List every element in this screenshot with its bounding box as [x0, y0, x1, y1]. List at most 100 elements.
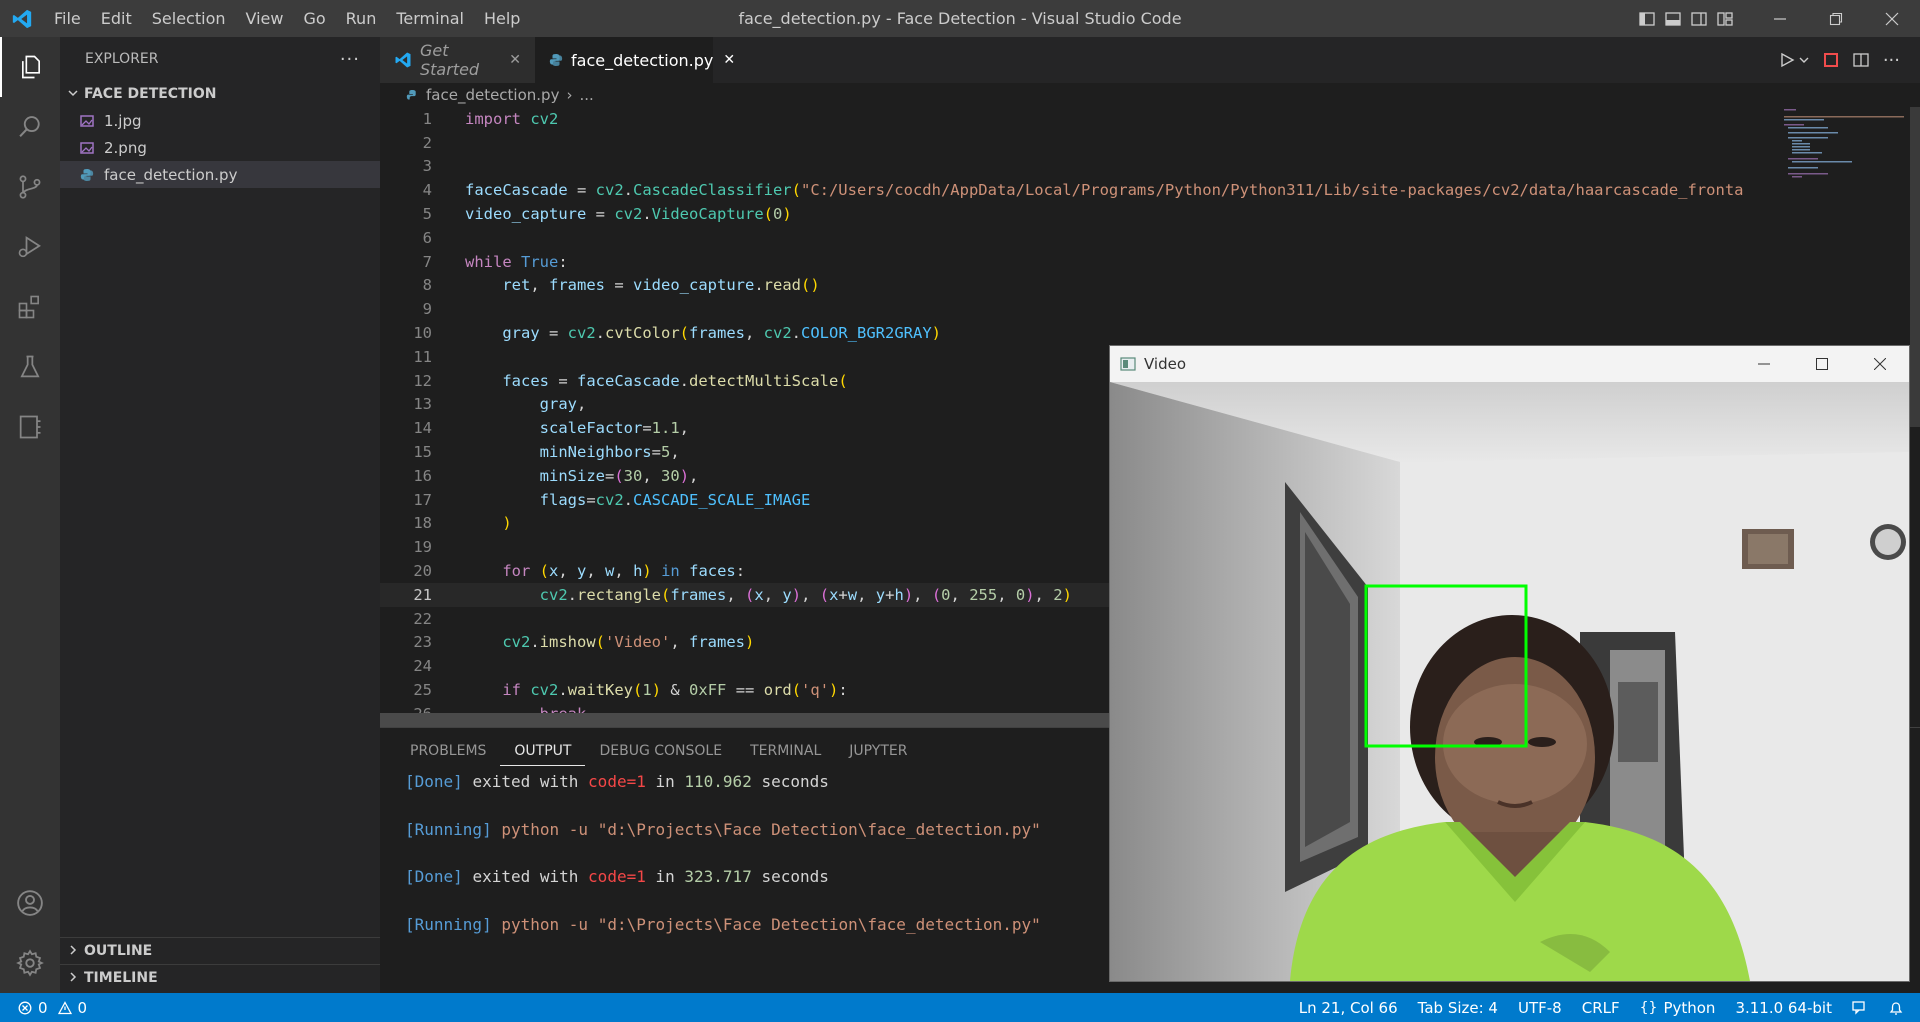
image-file-icon [80, 141, 98, 155]
python-file-icon [80, 168, 98, 182]
toggle-sidebar-icon[interactable] [1634, 0, 1660, 37]
breadcrumb: face_detection.py › ... [380, 83, 1920, 107]
search-icon[interactable] [0, 97, 60, 157]
split-editor-icon[interactable] [1853, 52, 1869, 68]
toggle-secondary-sidebar-icon[interactable] [1686, 0, 1712, 37]
run-and-debug-icon[interactable] [0, 217, 60, 277]
maximize-button[interactable] [1793, 346, 1851, 382]
line-number: 7 [422, 252, 432, 271]
title-bar: File Edit Selection View Go Run Terminal… [0, 0, 1920, 37]
minimize-button[interactable] [1752, 0, 1808, 37]
tab-size[interactable]: Tab Size: 4 [1418, 999, 1498, 1017]
editor-horizontal-scrollbar[interactable] [380, 713, 1130, 727]
tab-label: face_detection.py [571, 50, 714, 70]
run-play-icon[interactable] [1779, 52, 1795, 68]
menu-go[interactable]: Go [293, 0, 335, 37]
editor-scrollbar[interactable] [1910, 107, 1920, 427]
editor-tabs: Get Started ✕ face_detection.py ✕ ··· [380, 37, 1920, 83]
file-item-1-jpg[interactable]: 1.jpg [60, 107, 380, 134]
line-number: 15 [413, 443, 432, 462]
line-number: 21 [413, 585, 432, 604]
status-bar: 0 0 Ln 21, Col 66 Tab Size: 4 UTF-8 CRLF… [0, 993, 1920, 1022]
folder-header[interactable]: FACE DETECTION [60, 81, 380, 107]
line-number: 18 [413, 514, 432, 533]
testing-icon[interactable] [0, 337, 60, 397]
code-text: scaleFactor=1.1, [539, 419, 689, 438]
status-problems[interactable]: 0 0 [0, 999, 87, 1017]
menu-terminal[interactable]: Terminal [386, 0, 474, 37]
accounts-icon[interactable] [0, 873, 60, 933]
cascade-path-string: "C:/Users/cocdh/AppData/Local/Programs/P… [800, 181, 1744, 200]
code-line: 1 import cv2 [380, 107, 1780, 131]
line-number: 1 [422, 109, 432, 128]
video-window-titlebar[interactable]: Video [1110, 346, 1909, 382]
menu-view[interactable]: View [236, 0, 294, 37]
menu-edit[interactable]: Edit [91, 0, 142, 37]
line-number: 13 [413, 395, 432, 414]
file-item-2-png[interactable]: 2.png [60, 134, 380, 161]
feedback-icon[interactable] [1852, 1000, 1868, 1016]
extensions-icon[interactable] [0, 277, 60, 337]
braces-icon: {} [1639, 999, 1658, 1016]
menu-file[interactable]: File [44, 0, 91, 37]
code-text: if cv2.waitKey(1) & 0xFF == ord('q'): [502, 681, 848, 700]
code-text: video_capture = cv2.VideoCapture(0) [465, 205, 792, 224]
breadcrumb-file[interactable]: face_detection.py [426, 86, 559, 104]
explorer-icon[interactable] [0, 37, 60, 97]
language-mode[interactable]: {} Python [1640, 999, 1716, 1017]
minimize-button[interactable] [1735, 346, 1793, 382]
language-label: Python [1663, 998, 1716, 1017]
code-line: 6 [380, 226, 1780, 250]
activity-bar [0, 37, 60, 993]
customize-layout-icon[interactable] [1712, 0, 1738, 37]
restore-button[interactable] [1808, 0, 1864, 37]
code-line: 5 video_capture = cv2.VideoCapture(0) [380, 202, 1780, 226]
code-text: gray = cv2.cvtColor(frames, cv2.COLOR_BG… [502, 324, 942, 343]
explorer-header: EXPLORER ··· [60, 37, 380, 81]
close-window-button[interactable] [1864, 0, 1920, 37]
close-tab-icon[interactable]: ✕ [509, 52, 521, 68]
code-text: minSize=(30, 30), [539, 466, 699, 485]
more-actions-icon[interactable]: ··· [340, 49, 360, 70]
line-number: 17 [413, 490, 432, 509]
video-window[interactable]: Video [1109, 345, 1910, 982]
stop-icon[interactable] [1823, 52, 1839, 68]
line-number: 6 [422, 228, 432, 247]
toggle-panel-icon[interactable] [1660, 0, 1686, 37]
manage-gear-icon[interactable] [0, 933, 60, 993]
chevron-down-icon[interactable] [1799, 55, 1809, 65]
code-text: while True: [465, 252, 568, 271]
notifications-bell-icon[interactable] [1888, 1000, 1904, 1016]
close-tab-icon[interactable]: ✕ [723, 52, 735, 68]
close-window-button[interactable] [1851, 346, 1909, 382]
video-window-controls [1735, 346, 1909, 382]
source-control-icon[interactable] [0, 157, 60, 217]
timeline-section[interactable]: TIMELINE [60, 964, 380, 991]
outline-section[interactable]: OUTLINE [60, 937, 380, 964]
chevron-right-icon [68, 970, 78, 986]
cursor-position[interactable]: Ln 21, Col 66 [1299, 999, 1398, 1017]
more-actions-icon[interactable]: ··· [1883, 50, 1900, 71]
file-item-face-detection-py[interactable]: face_detection.py [60, 161, 380, 188]
code-line: 2 [380, 131, 1780, 155]
editor-actions: ··· [1779, 37, 1900, 83]
code-line: 3 [380, 155, 1780, 179]
code-text: faceCascade = cv2.CascadeClassifier("C:/… [465, 181, 1744, 200]
encoding[interactable]: UTF-8 [1518, 999, 1562, 1017]
line-number: 4 [422, 181, 432, 200]
file-name: face_detection.py [104, 165, 238, 184]
menu-help[interactable]: Help [474, 0, 530, 37]
timeline-title: TIMELINE [84, 970, 158, 986]
menu-selection[interactable]: Selection [142, 0, 236, 37]
vscode-logo-icon [0, 0, 44, 37]
line-endings[interactable]: CRLF [1582, 999, 1620, 1017]
line-number: 19 [413, 538, 432, 557]
tab-face-detection-py[interactable]: face_detection.py ✕ [535, 37, 735, 83]
python-interpreter[interactable]: 3.11.0 64-bit [1735, 999, 1832, 1017]
menu-run[interactable]: Run [336, 0, 387, 37]
code-line: 8 ret, frames = video_capture.read() [380, 274, 1780, 298]
line-number: 23 [413, 633, 432, 652]
breadcrumb-symbols[interactable]: ... [579, 86, 593, 104]
jupyter-icon[interactable] [0, 397, 60, 457]
tab-get-started[interactable]: Get Started ✕ [380, 37, 535, 83]
